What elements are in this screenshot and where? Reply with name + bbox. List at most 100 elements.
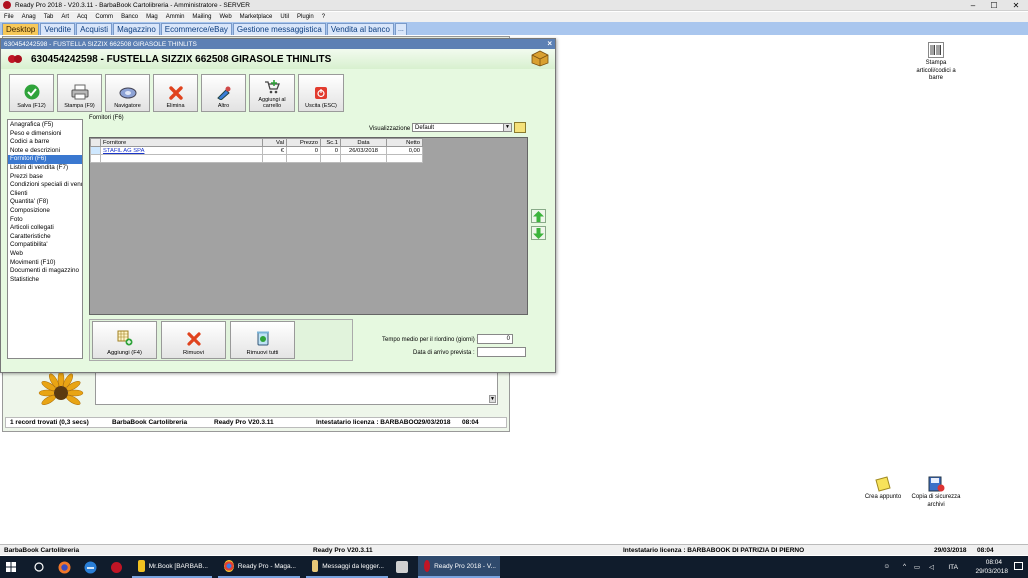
- menu-comm[interactable]: Comm: [91, 14, 117, 20]
- table-row[interactable]: STAFIL AG SPA € 0 0 26/03/2018 0,00: [90, 146, 423, 155]
- chevron-down-icon[interactable]: ▼: [503, 124, 511, 131]
- nav-foto[interactable]: Foto: [8, 216, 82, 225]
- menu-ammin[interactable]: Ammin: [162, 14, 189, 20]
- tab-magazzino[interactable]: Magazzino: [113, 23, 160, 35]
- nav-statistiche[interactable]: Statistiche: [8, 276, 82, 285]
- search-button[interactable]: [34, 556, 44, 578]
- menu-tab[interactable]: Tab: [40, 14, 58, 20]
- language-indicator[interactable]: ITA: [948, 564, 958, 571]
- col-fornitore[interactable]: Fornitore: [100, 138, 263, 147]
- minimize-button[interactable]: –: [962, 0, 984, 11]
- menu-help[interactable]: ?: [318, 14, 329, 20]
- tab-vendita-banco[interactable]: Vendita al banco: [326, 23, 395, 35]
- nav-condizioni-speciali[interactable]: Condizioni speciali di vendita: [8, 181, 82, 190]
- col-val[interactable]: Val: [262, 138, 287, 147]
- close-window-button[interactable]: ✕: [1005, 0, 1027, 11]
- nav-listini-vendita[interactable]: Listini di vendita (F7): [8, 164, 82, 173]
- nav-clienti[interactable]: Clienti: [8, 190, 82, 199]
- menu-mailing[interactable]: Mailing: [188, 14, 215, 20]
- firefox-button[interactable]: [58, 556, 71, 578]
- navigator-button[interactable]: Navigatore: [105, 74, 150, 112]
- menu-banco[interactable]: Banco: [117, 14, 142, 20]
- nav-fornitori[interactable]: Fornitori (F6): [8, 155, 82, 164]
- exit-button[interactable]: Uscita (ESC): [298, 74, 344, 112]
- add-supplier-button[interactable]: Aggiungi (F4): [92, 321, 157, 359]
- people-icon[interactable]: ☺: [883, 563, 890, 570]
- tab-more[interactable]: ...: [395, 23, 407, 35]
- dialog-close-button[interactable]: ×: [547, 39, 552, 49]
- reorder-time-input[interactable]: 0: [477, 334, 513, 344]
- nav-quantita[interactable]: Quantita' (F8): [8, 198, 82, 207]
- tab-messaggistica[interactable]: Gestione messaggistica: [232, 23, 326, 35]
- nav-peso-dimensioni[interactable]: Peso e dimensioni: [8, 130, 82, 139]
- desktop-create-note[interactable]: Crea appunto: [853, 476, 913, 502]
- nav-note-descrizioni[interactable]: Note e descrizioni: [8, 147, 82, 156]
- dialog-title-bar[interactable]: 630454242598 - FUSTELLA SIZZIX 662508 GI…: [1, 39, 555, 49]
- start-button[interactable]: [6, 556, 16, 578]
- arrival-date-input[interactable]: [477, 347, 526, 357]
- taskbar-item-messages[interactable]: Messaggi da legger...: [306, 556, 388, 578]
- edge-button[interactable]: [84, 556, 97, 578]
- clock-date[interactable]: 29/03/2018: [975, 568, 1008, 575]
- window-title-bar[interactable]: Ready Pro 2018 - V20.3.11 - BarbaBook Ca…: [0, 0, 1028, 11]
- menu-util[interactable]: Util: [276, 14, 293, 20]
- menu-file[interactable]: File: [0, 14, 18, 20]
- menu-anag[interactable]: Anag: [18, 14, 40, 20]
- taskbar-item-readypro[interactable]: Ready Pro 2018 - V...: [418, 556, 500, 578]
- menu-plugin[interactable]: Plugin: [293, 14, 318, 20]
- nav-web[interactable]: Web: [8, 250, 82, 259]
- readypro-pinned-button[interactable]: [110, 556, 123, 578]
- tab-acquisti[interactable]: Acquisti: [76, 23, 113, 35]
- col-netto[interactable]: Netto: [386, 138, 423, 147]
- col-sc1[interactable]: Sc.1: [320, 138, 341, 147]
- menu-mag[interactable]: Mag: [142, 14, 162, 20]
- print-button[interactable]: Stampa (F9): [57, 74, 102, 112]
- clock-time[interactable]: 08:04: [986, 559, 1002, 566]
- move-up-button[interactable]: [531, 209, 546, 223]
- article-description-box[interactable]: ▼: [95, 371, 498, 405]
- view-select[interactable]: Default ▼: [412, 123, 512, 132]
- nav-articoli-collegati[interactable]: Articoli collegati: [8, 224, 82, 233]
- nav-movimenti[interactable]: Movimenti (F10): [8, 259, 82, 268]
- tray-chevron-icon[interactable]: ^: [903, 563, 906, 570]
- network-icon[interactable]: ▭: [914, 563, 920, 571]
- taskbar-item-mrbook[interactable]: Mr.Book [BARBAB...: [132, 556, 212, 578]
- menu-art[interactable]: Art: [57, 14, 73, 20]
- remove-all-button[interactable]: Rimuovi tutti: [230, 321, 295, 359]
- nav-prezzi-base[interactable]: Prezzi base: [8, 173, 82, 182]
- nav-caratteristiche[interactable]: Caratteristiche: [8, 233, 82, 242]
- col-prezzo[interactable]: Prezzo: [286, 138, 321, 147]
- nav-composizione[interactable]: Composizione: [8, 207, 82, 216]
- table-row-empty[interactable]: [90, 154, 423, 163]
- menu-web[interactable]: Web: [215, 14, 235, 20]
- nav-compatibilita[interactable]: Compatibilita': [8, 241, 82, 250]
- save-button[interactable]: Salva (F12): [9, 74, 54, 112]
- nav-anagrafica[interactable]: Anagrafica (F5): [8, 121, 82, 130]
- scroll-down-button[interactable]: ▼: [489, 395, 496, 403]
- add-to-cart-button[interactable]: Aggiungi al carrello: [249, 74, 295, 112]
- nav-codici-barre[interactable]: Codici a barre: [8, 138, 82, 147]
- maximize-button[interactable]: ☐: [983, 0, 1005, 11]
- tab-desktop[interactable]: Desktop: [2, 23, 40, 35]
- menu-acq[interactable]: Acq: [73, 14, 91, 20]
- calculator-button[interactable]: [394, 556, 412, 578]
- desktop-print-barcodes[interactable]: Stampa articoli/codici a barre: [906, 42, 966, 83]
- supplier-link[interactable]: STAFIL AG SPA: [100, 146, 263, 155]
- notifications-icon[interactable]: [1014, 562, 1023, 570]
- nav-documenti-magazzino[interactable]: Documenti di magazzino: [8, 267, 82, 276]
- desktop-backup[interactable]: Copia di sicurezza archivi: [906, 476, 966, 509]
- readypro-icon: [111, 561, 122, 573]
- volume-icon[interactable]: ◁: [929, 563, 934, 571]
- folder-icon[interactable]: [514, 122, 526, 133]
- delete-button[interactable]: Elimina: [153, 74, 198, 112]
- col-data[interactable]: Data: [340, 138, 387, 147]
- menu-marketplace[interactable]: Marketplace: [236, 14, 277, 20]
- taskbar-item-chrome[interactable]: Ready Pro - Maga...: [218, 556, 300, 578]
- move-down-button[interactable]: [531, 226, 546, 240]
- tab-vendite[interactable]: Vendite: [40, 23, 76, 35]
- remove-supplier-button[interactable]: Rimuovi: [161, 321, 226, 359]
- tab-ecommerce[interactable]: Ecommerce/eBay: [160, 23, 232, 35]
- other-button[interactable]: Altro: [201, 74, 246, 112]
- cell-data: 26/03/2018: [340, 146, 387, 155]
- suppliers-grid[interactable]: Fornitore Val Prezzo Sc.1 Data Netto STA…: [89, 137, 528, 315]
